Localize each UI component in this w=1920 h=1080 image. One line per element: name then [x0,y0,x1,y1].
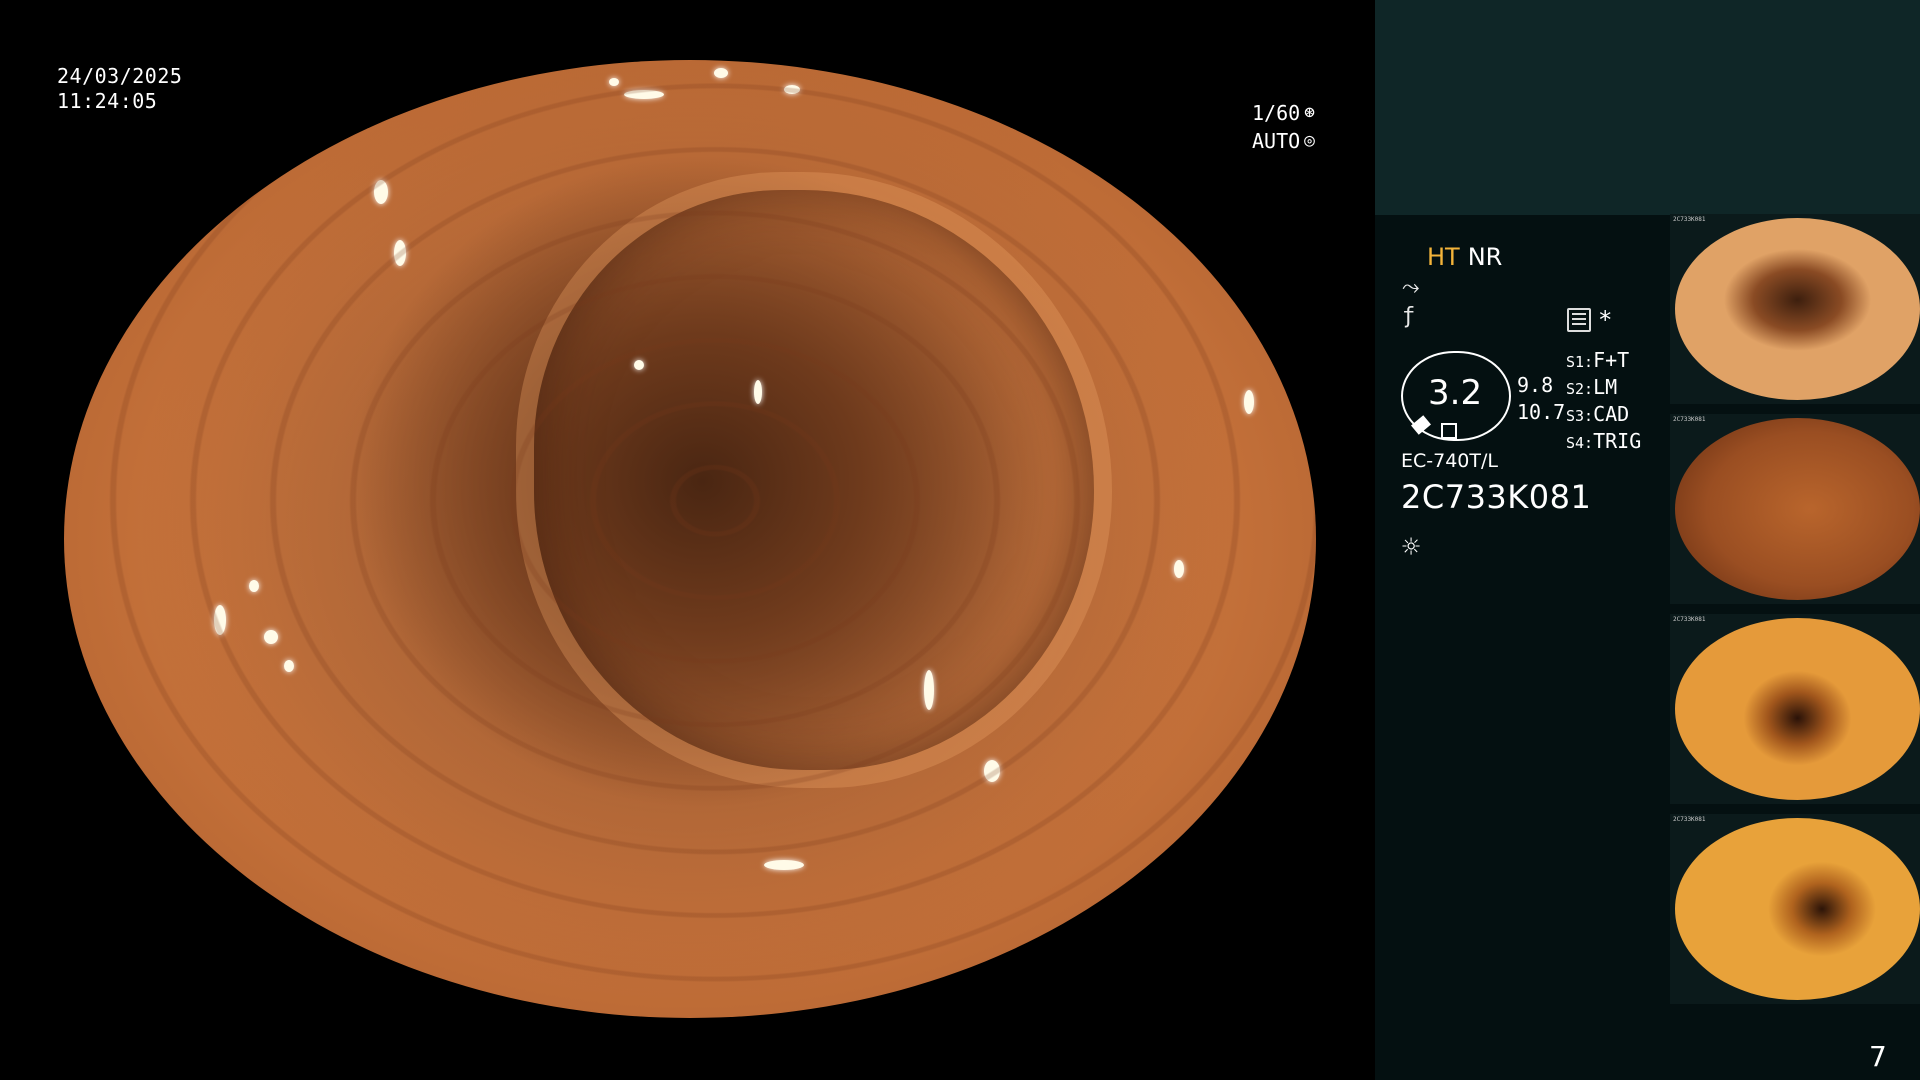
zoom-sub-values: 9.8 10.7 [1517,372,1565,426]
processing-modes: HT NR [1427,243,1502,271]
thumbnail-2[interactable]: 2C733K081 [1670,414,1920,604]
thumbnail-caption: 2C733K081 [1673,416,1706,423]
mode-ht: HT [1427,243,1460,271]
light-reflection [1244,390,1254,414]
light-reflection [284,660,294,672]
exposure-info: 1/60 ⊛ AUTO ◎ [1252,99,1315,155]
page-number: 7 [1869,1040,1887,1073]
light-reflection [754,380,762,404]
star-icon: * [1598,306,1613,334]
zoom-frame-icon [1441,423,1457,439]
iris-mode: AUTO [1252,129,1301,153]
mode-nr: NR [1467,243,1503,271]
scope-switch-3: S3:CAD [1566,402,1630,426]
light-reflection [1264,315,1272,327]
light-source-icon: ☼ [1402,530,1421,565]
zoom-sub-2: 10.7 [1517,400,1566,424]
light-reflection [714,68,728,78]
light-reflection [624,90,664,99]
enhancement-icon: ⤳ [1402,275,1420,300]
thumbnail-caption: 2C733K081 [1673,216,1706,223]
light-reflection [1174,560,1184,578]
light-reflection [634,360,644,370]
thumbnail-image [1675,618,1920,800]
light-reflection [984,760,1000,782]
thumbnail-image [1675,218,1920,400]
iris-icon: ◎ [1304,130,1316,151]
light-reflection [249,580,259,592]
scope-switch-1: S1:F+T [1566,348,1630,372]
light-reflection [394,240,406,266]
light-reflection [784,85,800,94]
light-reflection [924,670,934,710]
thumbnail-1[interactable]: 2C733K081 [1670,214,1920,404]
zoom-sub-1: 9.8 [1517,373,1554,397]
contrast-icon: ƒ [1402,304,1416,329]
thumbnail-image [1675,418,1920,600]
thumbnail-4[interactable]: 2C733K081 [1670,814,1920,1004]
scope-switch-list: S1:F+T S2:LM S3:CAD S4:TRIG [1566,348,1641,456]
zoom-value: 3.2 [1428,373,1483,413]
date-time-overlay: 24/03/2025 11:24:05 [57,64,182,114]
date-label: 24/03/2025 [57,64,183,88]
light-reflection [374,180,388,204]
thumbnail-image [1675,818,1920,1000]
light-reflection [264,630,278,644]
scope-serial: 2C733K081 [1401,478,1592,516]
thumbnail-caption: 2C733K081 [1673,816,1706,823]
light-reflection [609,78,619,86]
scope-switch-2: S2:LM [1566,375,1618,399]
info-panel-header [1375,0,1920,215]
shutter-icon: ⊛ [1304,102,1316,123]
time-label: 11:24:05 [57,89,158,113]
thumbnail-caption: 2C733K081 [1673,616,1706,623]
endoscopic-image [64,60,1316,1018]
light-reflection [214,605,226,635]
thumbnail-strip: 2C733K081 2C733K081 2C733K081 2C733K081 [1670,214,1920,1014]
light-reflection [764,860,804,870]
shutter-speed: 1/60 [1252,101,1301,125]
scope-switch-4: S4:TRIG [1566,429,1642,453]
thumbnail-3[interactable]: 2C733K081 [1670,614,1920,804]
histogram-icon [1567,308,1591,332]
scope-model: EC-740T/L [1401,450,1498,472]
endoscope-viewport [0,0,1375,1080]
